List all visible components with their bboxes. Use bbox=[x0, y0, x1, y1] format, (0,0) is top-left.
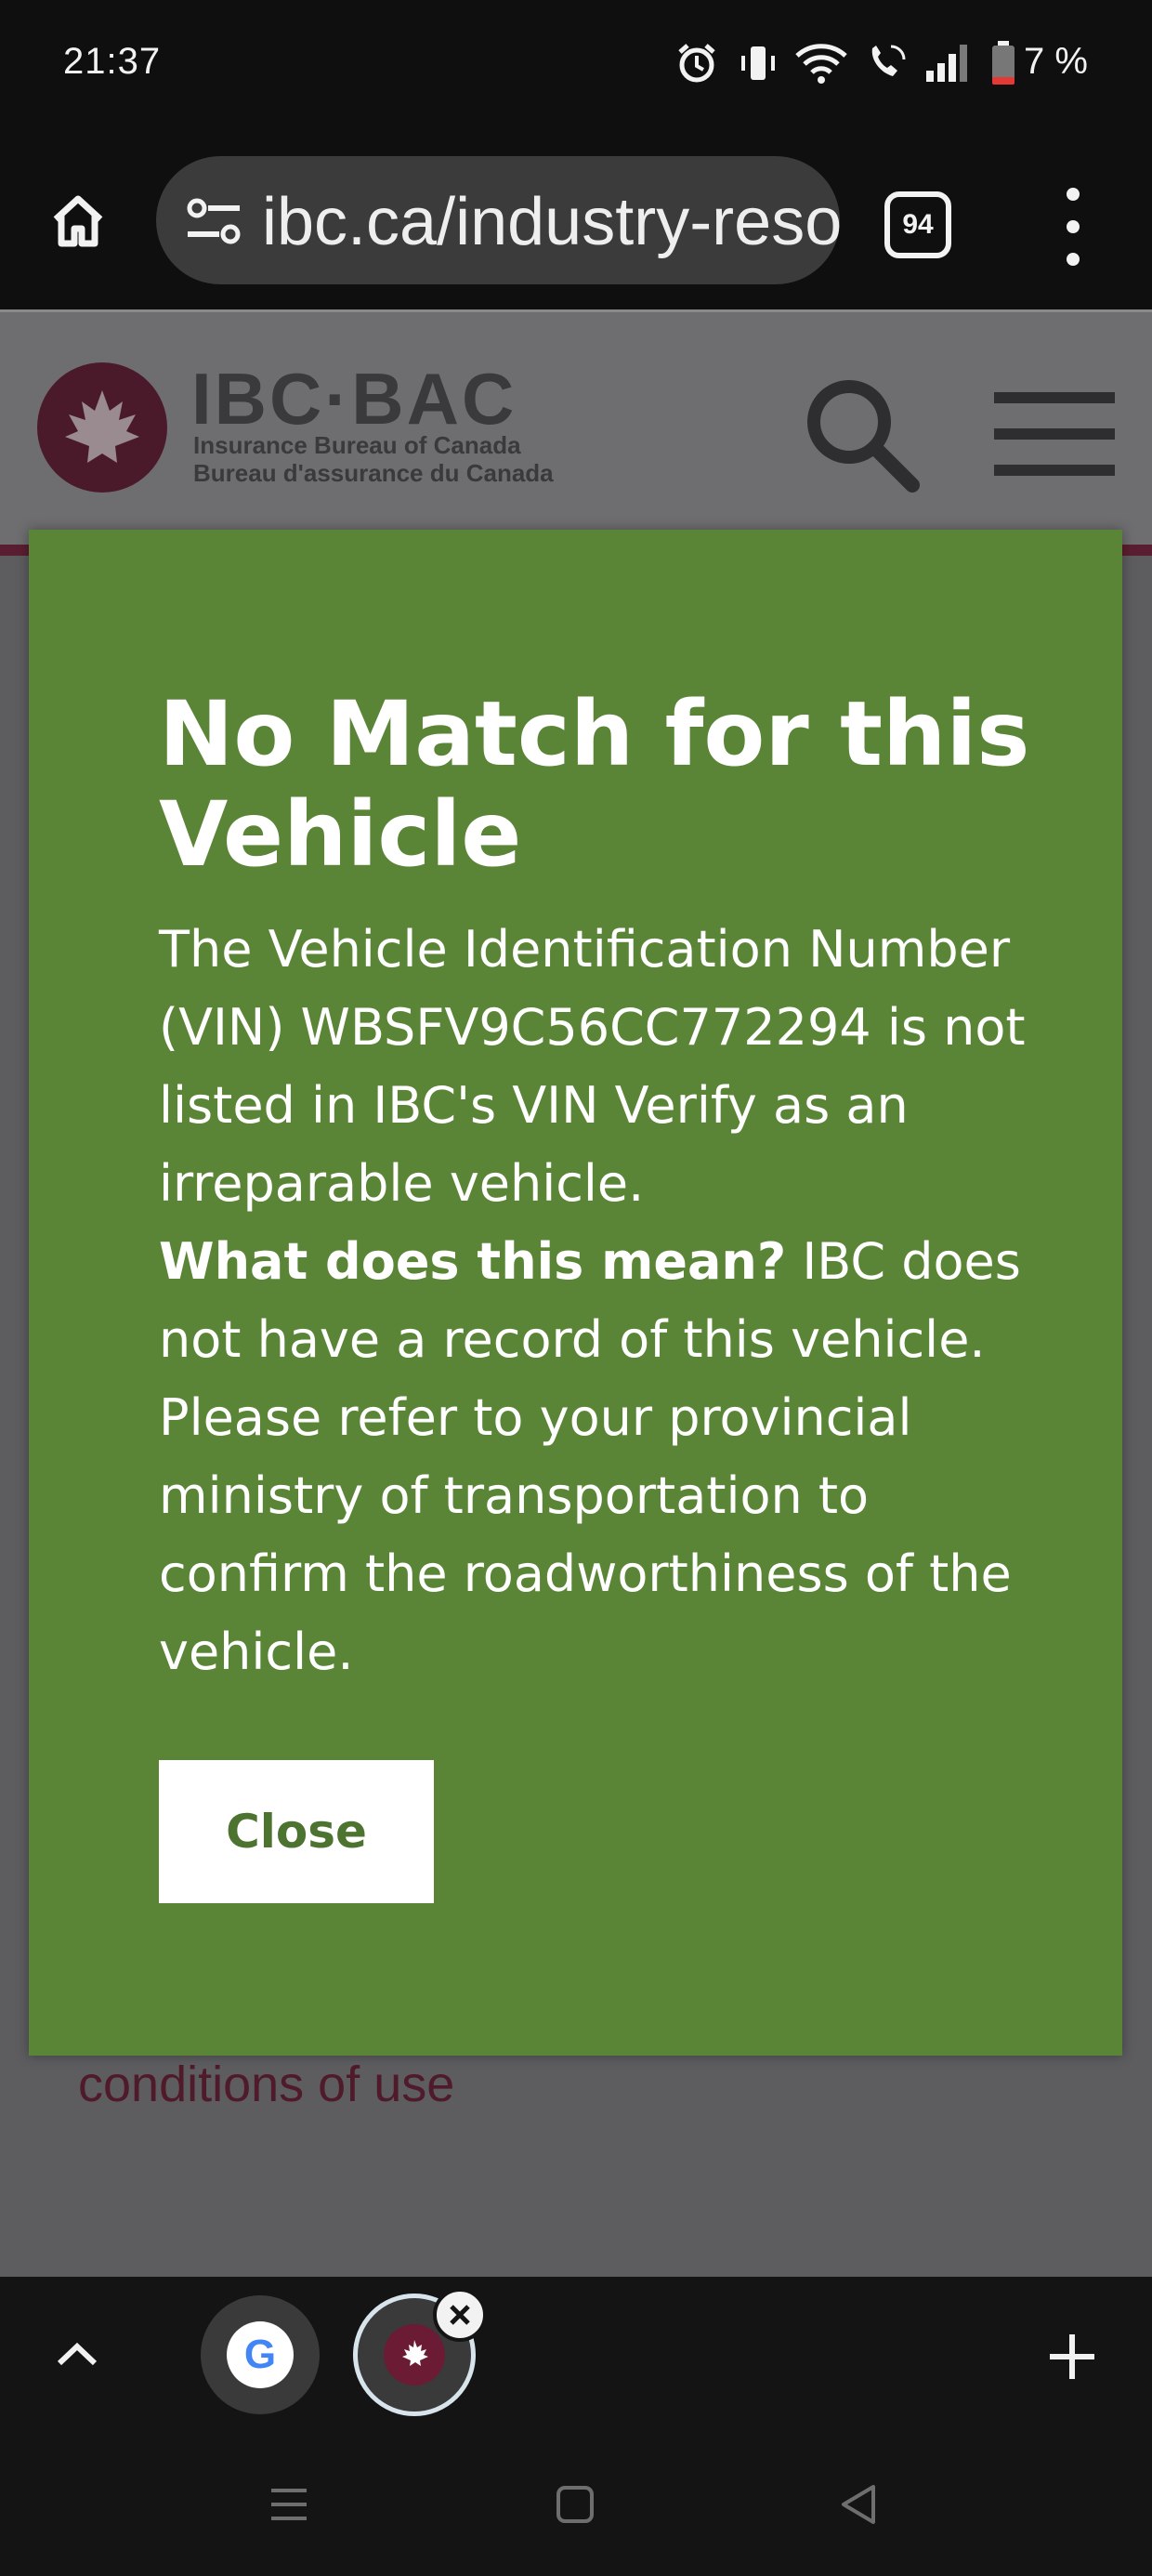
alarm-icon bbox=[671, 39, 723, 87]
dialog-title: No Match for this Vehicle bbox=[159, 682, 1030, 887]
battery-percent: 7 % bbox=[1024, 41, 1088, 82]
address-bar[interactable]: ibc.ca/industry-resources bbox=[156, 156, 840, 284]
tab-count: 94 bbox=[902, 209, 934, 240]
wifi-calling-icon bbox=[860, 39, 912, 87]
signal-icon bbox=[920, 39, 972, 87]
site-search-button[interactable] bbox=[795, 368, 925, 498]
collapse-tabs-button[interactable] bbox=[46, 2323, 108, 2385]
conditions-of-use-link[interactable]: conditions of use bbox=[78, 2056, 454, 2113]
dialog-question: What does this mean? bbox=[159, 1232, 787, 1291]
hamburger-icon bbox=[994, 392, 1115, 403]
status-clock: 21:37 bbox=[63, 41, 162, 82]
search-icon bbox=[807, 380, 920, 493]
system-nav-bar bbox=[0, 2425, 1152, 2576]
google-icon: G bbox=[227, 2321, 294, 2388]
site-info-icon[interactable] bbox=[184, 195, 243, 247]
tab-google[interactable]: G bbox=[201, 2295, 320, 2414]
home-icon bbox=[53, 195, 103, 247]
dialog-body: The Vehicle Identification Number (VIN) … bbox=[159, 911, 1051, 1691]
close-button[interactable]: Close bbox=[159, 1760, 434, 1903]
browser-menu-button[interactable] bbox=[1050, 188, 1096, 266]
url-text: ibc.ca/industry-resources bbox=[262, 185, 840, 259]
dialog-answer: IBC does not have a record of this vehic… bbox=[159, 1232, 1021, 1681]
more-vert-icon bbox=[1067, 188, 1080, 201]
recents-icon bbox=[271, 2489, 307, 2520]
home-nav-button[interactable] bbox=[543, 2472, 608, 2537]
site-header: IBC·BAC Insurance Bureau of Canada Burea… bbox=[0, 312, 1152, 545]
logo-title: IBC·BAC bbox=[191, 358, 517, 440]
plus-icon bbox=[1050, 2334, 1094, 2379]
back-triangle-icon bbox=[842, 2485, 875, 2524]
tab-strip: G bbox=[0, 2277, 1152, 2425]
browser-toolbar: ibc.ca/industry-resources 94 bbox=[0, 139, 1152, 312]
home-button[interactable] bbox=[41, 184, 115, 258]
dialog-intro-text: The Vehicle Identification Number (VIN) … bbox=[159, 920, 1026, 1213]
new-tab-button[interactable] bbox=[1039, 2323, 1106, 2390]
close-icon bbox=[450, 2305, 470, 2325]
recents-button[interactable] bbox=[256, 2472, 321, 2537]
status-bar: 21:37 7 % bbox=[0, 0, 1152, 139]
site-menu-button[interactable] bbox=[994, 392, 1115, 476]
square-home-icon bbox=[556, 2486, 594, 2523]
no-match-dialog: No Match for this Vehicle The Vehicle Id… bbox=[29, 530, 1122, 2056]
dialog-explanation: What does this mean? IBC does not have a… bbox=[159, 1223, 1051, 1691]
logo-subtitle-fr: Bureau d'assurance du Canada bbox=[193, 459, 554, 487]
ibc-logo-icon[interactable] bbox=[37, 362, 167, 493]
battery-low-icon bbox=[985, 39, 1022, 87]
tab-switcher-button[interactable]: 94 bbox=[884, 191, 951, 258]
logo-subtitle-en: Insurance Bureau of Canada bbox=[193, 431, 521, 459]
ibc-favicon-icon bbox=[384, 2324, 445, 2385]
wifi-icon bbox=[792, 39, 851, 87]
chevron-up-icon bbox=[57, 2342, 98, 2366]
back-button[interactable] bbox=[827, 2472, 892, 2537]
vibrate-icon bbox=[732, 39, 784, 87]
close-tab-button[interactable] bbox=[433, 2288, 487, 2342]
